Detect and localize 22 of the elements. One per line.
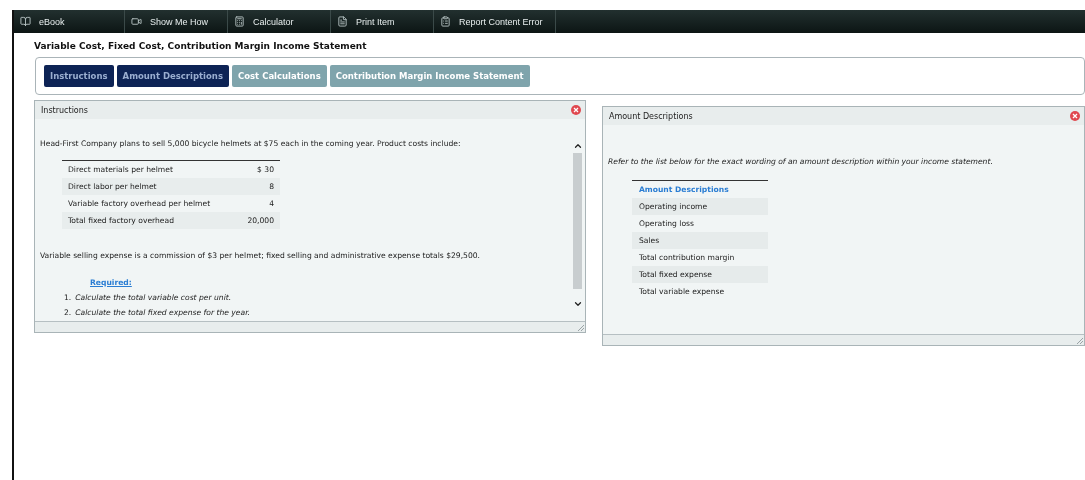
close-icon[interactable] — [570, 105, 581, 115]
toolbar-button[interactable]: Calculator — [228, 10, 331, 33]
document-icon — [337, 16, 348, 27]
tab[interactable]: Amount Descriptions — [116, 65, 229, 87]
toolbar-button[interactable]: Print Item — [331, 10, 434, 33]
book-icon — [20, 16, 31, 27]
calculator-icon — [234, 16, 245, 27]
panel-title: Amount Descriptions — [608, 111, 693, 121]
tab[interactable]: Instructions — [44, 65, 114, 87]
scroll-up-icon[interactable] — [572, 141, 583, 151]
clipboard-icon — [440, 16, 451, 27]
resize-grip-icon[interactable] — [1076, 337, 1084, 345]
page-title: Variable Cost, Fixed Cost, Contribution Margin Income Statement — [34, 41, 368, 51]
resize-grip-icon[interactable] — [576, 324, 585, 332]
scrollbar-thumb[interactable] — [573, 153, 583, 289]
video-camera-icon — [131, 16, 142, 27]
toolbar-button[interactable]: eBook — [14, 10, 125, 33]
scroll-down-icon[interactable] — [572, 299, 583, 309]
toolbar-button[interactable]: Show Me How — [125, 10, 228, 33]
close-icon[interactable] — [1070, 111, 1080, 121]
panel-title: Instructions — [41, 105, 88, 115]
toolbar-button[interactable]: Report Content Error — [434, 10, 556, 33]
